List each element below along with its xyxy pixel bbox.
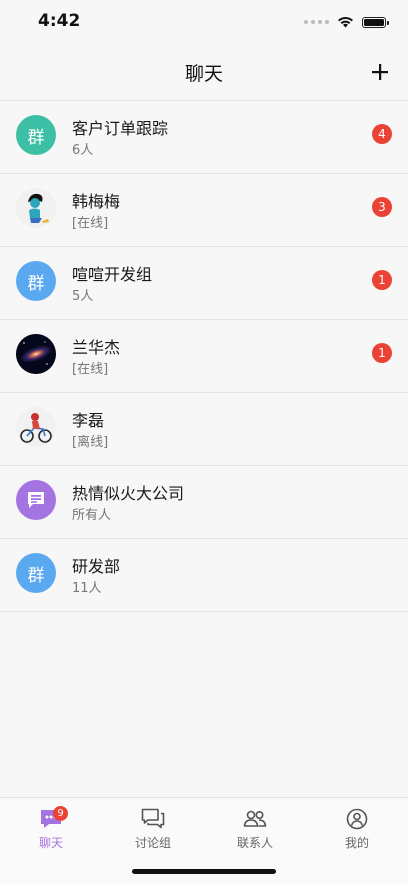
chat-name: 热情似火大公司 bbox=[72, 484, 185, 503]
tab-label: 联系人 bbox=[236, 836, 273, 850]
chat-subtitle: 6人 bbox=[72, 143, 94, 158]
group-avatar: 群 bbox=[16, 261, 56, 301]
chat-subtitle: [在线] bbox=[72, 362, 109, 377]
group-avatar: 群 bbox=[16, 553, 56, 593]
chat-row[interactable]: 群 客户订单跟踪 6人 4 bbox=[0, 101, 408, 174]
avatar-illustration bbox=[16, 188, 56, 228]
chat-subtitle: 5人 bbox=[72, 289, 94, 304]
chat-name: 客户订单跟踪 bbox=[72, 119, 169, 138]
chat-subtitle: [在线] bbox=[72, 216, 109, 231]
status-time: 4:42 bbox=[38, 11, 81, 31]
chat-row[interactable]: 李磊 [离线] bbox=[0, 393, 408, 466]
wifi-icon bbox=[338, 16, 353, 28]
tab-contacts[interactable]: 联系人 bbox=[204, 798, 306, 858]
chat-subtitle: 11人 bbox=[72, 581, 102, 596]
chat-list: 群 客户订单跟踪 6人 4 韩梅梅 [在线] 3 群 喧喧开发组 5人 1 兰华… bbox=[0, 101, 408, 612]
unread-badge: 3 bbox=[372, 197, 392, 217]
tab-chat[interactable]: 9 聊天 bbox=[0, 798, 102, 858]
chat-subtitle: 所有人 bbox=[72, 508, 112, 523]
chat-name: 兰华杰 bbox=[72, 338, 121, 357]
group-avatar-text: 群 bbox=[27, 565, 45, 586]
plus-icon bbox=[372, 64, 388, 80]
group-avatar-text: 群 bbox=[27, 273, 45, 294]
status-icons bbox=[304, 13, 389, 31]
unread-badge: 4 bbox=[372, 124, 392, 144]
tab-label: 讨论组 bbox=[134, 836, 171, 850]
message-icon bbox=[28, 492, 44, 508]
user-avatar bbox=[16, 188, 56, 228]
status-bar: 4:42 bbox=[0, 0, 408, 44]
cyclist-avatar-illustration bbox=[16, 407, 56, 447]
chat-name: 研发部 bbox=[72, 557, 121, 576]
chat-name: 韩梅梅 bbox=[72, 192, 121, 211]
group-avatar-text: 群 bbox=[27, 127, 45, 148]
group-avatar: 群 bbox=[16, 115, 56, 155]
chat-row[interactable]: 群 喧喧开发组 5人 1 bbox=[0, 247, 408, 320]
chat-name: 喧喧开发组 bbox=[72, 265, 153, 284]
chat-row[interactable]: 韩梅梅 [在线] 3 bbox=[0, 174, 408, 247]
home-indicator bbox=[132, 869, 276, 874]
channel-avatar bbox=[16, 480, 56, 520]
galaxy-avatar-image bbox=[16, 334, 56, 374]
chat-subtitle: [离线] bbox=[72, 435, 109, 450]
contacts-icon bbox=[243, 810, 267, 827]
battery-icon bbox=[362, 16, 389, 28]
chat-row[interactable]: 群 研发部 11人 bbox=[0, 539, 408, 612]
profile-icon bbox=[346, 808, 368, 830]
tab-label: 我的 bbox=[344, 836, 369, 850]
user-avatar bbox=[16, 334, 56, 374]
chat-name: 李磊 bbox=[72, 411, 105, 430]
page-title: 聊天 bbox=[184, 63, 223, 85]
tab-label: 聊天 bbox=[38, 836, 63, 850]
discussion-icon bbox=[141, 808, 165, 829]
tab-badge: 9 bbox=[53, 806, 68, 821]
nav-bar: 聊天 bbox=[0, 44, 408, 101]
tab-discussion[interactable]: 讨论组 bbox=[102, 798, 204, 858]
user-avatar bbox=[16, 407, 56, 447]
unread-badge: 1 bbox=[372, 343, 392, 363]
chat-row[interactable]: 兰华杰 [在线] 1 bbox=[0, 320, 408, 393]
unread-badge: 1 bbox=[372, 270, 392, 290]
signal-icon bbox=[304, 20, 329, 24]
add-button[interactable] bbox=[366, 58, 394, 86]
tab-profile[interactable]: 我的 bbox=[306, 798, 408, 858]
chat-row[interactable]: 热情似火大公司 所有人 bbox=[0, 466, 408, 539]
